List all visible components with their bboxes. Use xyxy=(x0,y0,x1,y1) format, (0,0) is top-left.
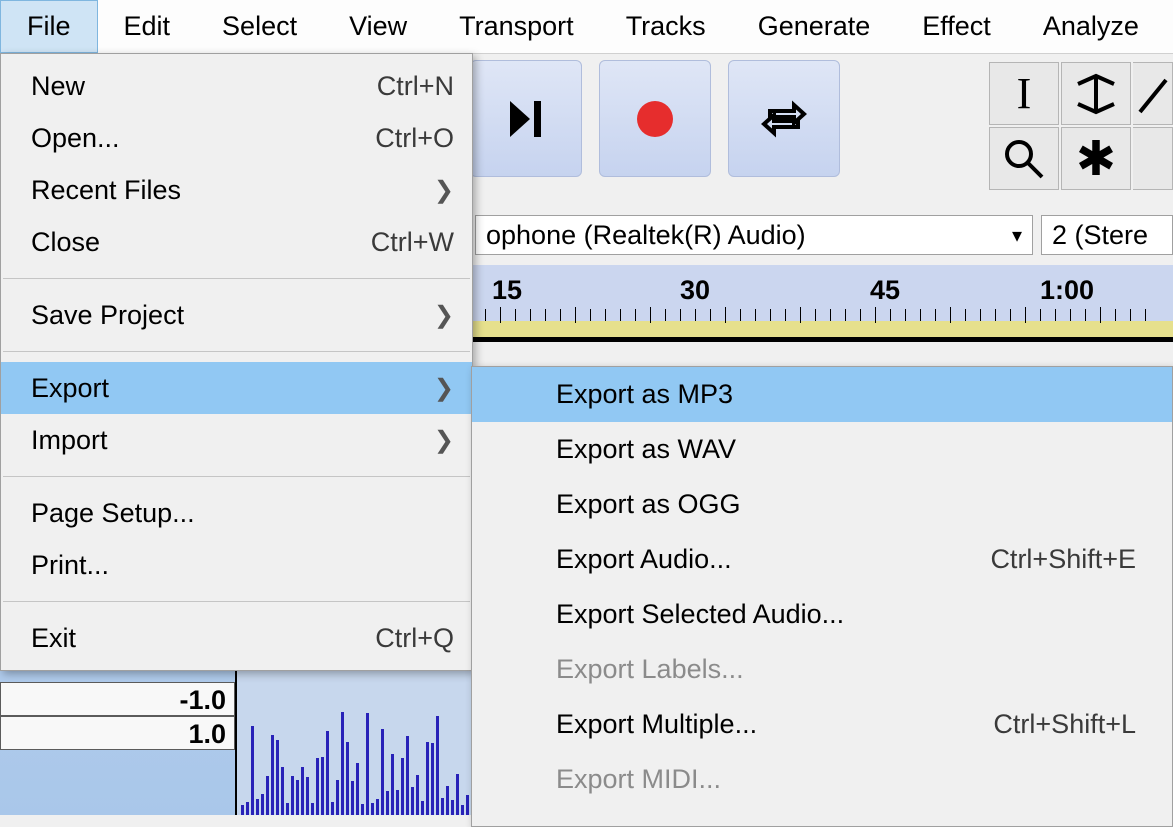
menu-generate[interactable]: Generate xyxy=(732,0,897,53)
time-label: 15 xyxy=(492,275,522,306)
device-text: ophone (Realtek(R) Audio) xyxy=(486,220,806,251)
menu-transport[interactable]: Transport xyxy=(433,0,600,53)
menu-save-project[interactable]: Save Project❯ xyxy=(1,289,472,341)
waveform[interactable] xyxy=(237,662,485,815)
file-menu: NewCtrl+N Open...Ctrl+O Recent Files❯ Cl… xyxy=(0,53,473,671)
menu-effect[interactable]: Effect xyxy=(896,0,1017,53)
export-midi[interactable]: Export MIDI... xyxy=(472,752,1172,807)
edit-tools: I ✱ xyxy=(989,62,1173,190)
separator xyxy=(3,476,470,477)
loop-icon xyxy=(760,95,808,143)
menubar: File Edit Select View Transport Tracks G… xyxy=(0,0,1173,54)
envelope-tool[interactable] xyxy=(1061,62,1131,125)
menu-tracks[interactable]: Tracks xyxy=(600,0,732,53)
zoom-tool[interactable] xyxy=(989,127,1059,190)
recording-device-select[interactable]: ophone (Realtek(R) Audio) ▾ xyxy=(475,215,1033,255)
loop-button[interactable] xyxy=(728,60,840,177)
time-label: 30 xyxy=(680,275,710,306)
menu-page-setup[interactable]: Page Setup... xyxy=(1,487,472,539)
scale-pos: 1.0 xyxy=(0,716,235,750)
envelope-icon xyxy=(1074,72,1118,116)
multi-tool[interactable]: ✱ xyxy=(1061,127,1131,190)
ibeam-icon: I xyxy=(1017,68,1032,119)
record-button[interactable] xyxy=(599,60,711,177)
export-submenu: Export as MP3 Export as WAV Export as OG… xyxy=(471,366,1173,827)
selection-tool[interactable]: I xyxy=(989,62,1059,125)
menu-analyze[interactable]: Analyze xyxy=(1017,0,1165,53)
extra-tool[interactable] xyxy=(1133,127,1173,190)
export-multiple[interactable]: Export Multiple...Ctrl+Shift+L xyxy=(472,697,1172,752)
menu-tools[interactable]: Tools xyxy=(1165,0,1173,53)
channels-select[interactable]: 2 (Stere xyxy=(1041,215,1173,255)
menu-import[interactable]: Import❯ xyxy=(1,414,472,466)
export-audio[interactable]: Export Audio...Ctrl+Shift+E xyxy=(472,532,1172,587)
menu-file[interactable]: File xyxy=(0,0,98,53)
time-label: 1:00 xyxy=(1040,275,1094,306)
time-label: 45 xyxy=(870,275,900,306)
timeline-ruler[interactable]: 15 30 45 1:00 xyxy=(470,265,1173,342)
skip-end-icon xyxy=(504,97,548,141)
record-icon xyxy=(633,97,677,141)
draw-tool[interactable] xyxy=(1133,62,1173,125)
zoom-icon xyxy=(1002,137,1046,181)
scale-neg: -1.0 xyxy=(0,682,235,716)
multi-tool-icon: ✱ xyxy=(1076,131,1116,187)
export-mp3[interactable]: Export as MP3 xyxy=(472,367,1172,422)
separator xyxy=(3,601,470,602)
chevron-right-icon: ❯ xyxy=(434,176,454,205)
export-wav[interactable]: Export as WAV xyxy=(472,422,1172,477)
menu-exit[interactable]: ExitCtrl+Q xyxy=(1,612,472,664)
chevron-right-icon: ❯ xyxy=(434,374,454,403)
menu-view[interactable]: View xyxy=(323,0,433,53)
menu-select[interactable]: Select xyxy=(196,0,323,53)
menu-open[interactable]: Open...Ctrl+O xyxy=(1,112,472,164)
menu-new[interactable]: NewCtrl+N xyxy=(1,60,472,112)
draw-icon xyxy=(1136,72,1170,116)
export-selected-audio[interactable]: Export Selected Audio... xyxy=(472,587,1172,642)
menu-close[interactable]: CloseCtrl+W xyxy=(1,216,472,268)
chevron-right-icon: ❯ xyxy=(434,301,454,330)
chevron-right-icon: ❯ xyxy=(434,426,454,455)
menu-print[interactable]: Print... xyxy=(1,539,472,591)
menu-edit[interactable]: Edit xyxy=(98,0,197,53)
menu-export[interactable]: Export❯ xyxy=(1,362,472,414)
menu-recent-files[interactable]: Recent Files❯ xyxy=(1,164,472,216)
export-ogg[interactable]: Export as OGG xyxy=(472,477,1172,532)
track-scale: -1.0 1.0 xyxy=(0,682,235,750)
skip-end-button[interactable] xyxy=(470,60,582,177)
export-labels[interactable]: Export Labels... xyxy=(472,642,1172,697)
chevron-down-icon: ▾ xyxy=(1012,223,1022,248)
separator xyxy=(3,278,470,279)
separator xyxy=(3,351,470,352)
